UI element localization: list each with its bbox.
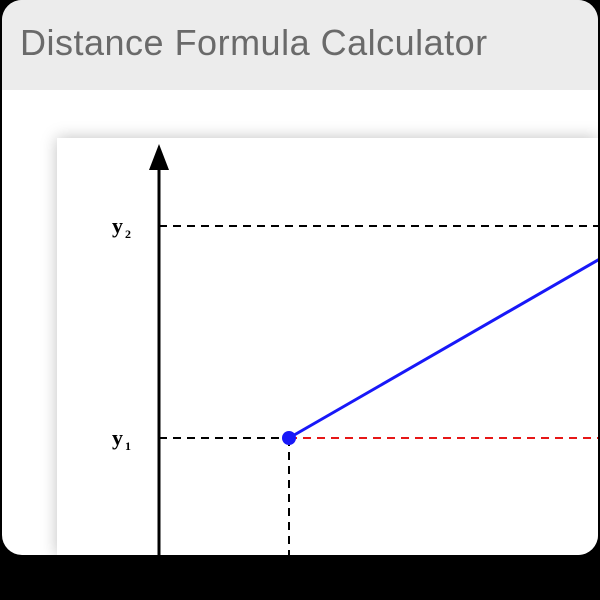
- distance-diagram: y 2 y 1: [57, 138, 598, 555]
- y-axis-arrowhead: [149, 144, 169, 170]
- point-p1: [282, 431, 296, 445]
- label-y2-sub: 2: [125, 227, 131, 241]
- label-y2: y: [112, 213, 123, 238]
- header: Distance Formula Calculator: [2, 0, 598, 90]
- distance-line: [289, 226, 598, 438]
- label-y1-sub: 1: [125, 439, 131, 453]
- page-title: Distance Formula Calculator: [20, 22, 580, 64]
- diagram-panel: y 2 y 1: [57, 138, 598, 555]
- calculator-card: Distance Formula Calculator y 2: [2, 0, 598, 555]
- label-y1: y: [112, 425, 123, 450]
